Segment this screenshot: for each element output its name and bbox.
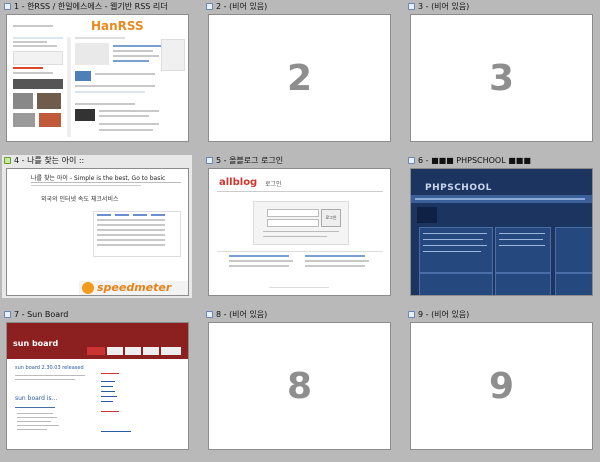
tile-5-title: 5 - 올블로그 로그인: [216, 156, 284, 165]
page-icon: [408, 157, 415, 164]
tile-2-titlebar[interactable]: 2 - (비어 있음): [204, 1, 394, 13]
phpschool-logo: PHPSCHOOL: [425, 183, 492, 193]
tile-8[interactable]: 8 - (비어 있음) 8: [204, 309, 394, 452]
tile-3[interactable]: 3 - (비어 있음) 3: [406, 1, 596, 144]
tile-4-title: 4 - 나를 찾는 아이 ::: [14, 156, 85, 165]
tile-8-titlebar[interactable]: 8 - (비어 있음): [204, 309, 394, 321]
tile-1-title: 1 - 한RSS / 한일에스에스 - 웹기반 RSS 리더: [14, 2, 168, 11]
tile-4-titlebar[interactable]: 4 - 나를 찾는 아이 ::: [2, 155, 192, 167]
tile-6[interactable]: 6 - ■■■ PHPSCHOOL ■■■ PHPSCHOOL: [406, 155, 596, 298]
allblog-page-title: 로그인: [265, 181, 282, 188]
tile-5[interactable]: 5 - 올블로그 로그인 allblog 로그인 로그인: [204, 155, 394, 298]
page-icon: [206, 3, 213, 10]
tile-3-titlebar[interactable]: 3 - (비어 있음): [406, 1, 596, 13]
tile-2-title: 2 - (비어 있음): [216, 2, 268, 11]
tile-3-number: 3: [488, 57, 515, 99]
tile-9[interactable]: 9 - (비어 있음) 9: [406, 309, 596, 452]
page-icon: [408, 311, 415, 318]
sunboard-post2: sun board is...: [15, 395, 58, 402]
tile-2[interactable]: 2 - (비어 있음) 2: [204, 1, 394, 144]
tile-9-number: 9: [488, 365, 515, 407]
page-icon: [408, 3, 415, 10]
page-icon: [4, 157, 11, 164]
tile-5-titlebar[interactable]: 5 - 올블로그 로그인: [204, 155, 394, 167]
sunboard-logo: sun board: [13, 339, 59, 348]
hanrss-logo: HanRSS: [91, 19, 144, 33]
tile-2-thumbnail[interactable]: 2: [208, 14, 391, 142]
tile-8-thumbnail[interactable]: 8: [208, 322, 391, 450]
tile-3-title: 3 - (비어 있음): [418, 2, 470, 11]
login-button[interactable]: 로그인: [321, 209, 341, 227]
tile-7-thumbnail[interactable]: sun board sun board 2.30.03 released sun…: [6, 322, 189, 450]
tile-7-title: 7 - Sun Board: [14, 310, 69, 319]
page-icon: [206, 311, 213, 318]
tile-3-thumbnail[interactable]: 3: [410, 14, 593, 142]
tile-1-titlebar[interactable]: 1 - 한RSS / 한일에스에스 - 웹기반 RSS 리더: [2, 1, 192, 13]
speedmeter-icon: [82, 282, 94, 294]
allblog-logo: allblog: [219, 177, 258, 188]
nareul-subhead: 외국의 인터넷 속도 체크서비스: [41, 196, 119, 203]
tile-4[interactable]: 4 - 나를 찾는 아이 :: 나를 찾는 아이 - Simple is the…: [2, 155, 192, 298]
tile-9-titlebar[interactable]: 9 - (비어 있음): [406, 309, 596, 321]
tile-6-title: 6 - ■■■ PHPSCHOOL ■■■: [418, 156, 531, 165]
page-icon: [4, 311, 11, 318]
tile-9-thumbnail[interactable]: 9: [410, 322, 593, 450]
tile-6-thumbnail[interactable]: PHPSCHOOL: [410, 168, 593, 296]
tile-8-title: 8 - (비어 있음): [216, 310, 268, 319]
nareul-headline: 나를 찾는 아이 - Simple is the best, Go to bas…: [31, 175, 166, 182]
tile-6-titlebar[interactable]: 6 - ■■■ PHPSCHOOL ■■■: [406, 155, 596, 167]
tile-9-title: 9 - (비어 있음): [418, 310, 470, 319]
tile-7[interactable]: 7 - Sun Board sun board sun board 2.30.0…: [2, 309, 192, 452]
tile-5-thumbnail[interactable]: allblog 로그인 로그인: [208, 168, 391, 296]
speedmeter-banner: speedmeter: [79, 281, 188, 295]
sunboard-post-title: sun board 2.30.03 released: [15, 365, 84, 371]
page-icon: [4, 3, 11, 10]
page-icon: [206, 157, 213, 164]
tile-4-thumbnail[interactable]: 나를 찾는 아이 - Simple is the best, Go to bas…: [6, 168, 189, 296]
tile-2-number: 2: [286, 57, 313, 99]
tile-8-number: 8: [286, 365, 313, 407]
tile-1-thumbnail[interactable]: HanRSS: [6, 14, 189, 142]
tile-7-titlebar[interactable]: 7 - Sun Board: [2, 309, 192, 321]
tile-1[interactable]: 1 - 한RSS / 한일에스에스 - 웹기반 RSS 리더 HanRSS: [2, 1, 192, 144]
